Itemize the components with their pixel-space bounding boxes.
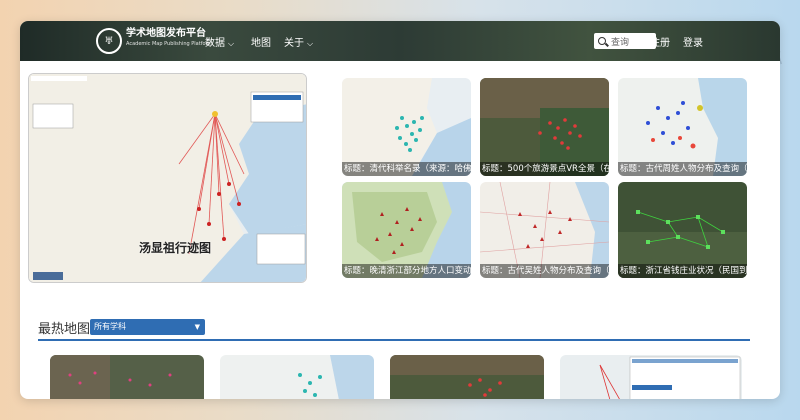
chevron-down-icon: ⌵	[307, 39, 314, 48]
map-tile[interactable]: 标题：500个旅游景点VR全景（在	[480, 78, 609, 176]
hot-map-image	[390, 355, 544, 399]
hot-map-image	[50, 355, 204, 399]
map-tile-caption: 标题：浙江省钱庄业状况（民国到解	[618, 264, 747, 278]
hot-map-image	[560, 355, 742, 399]
register-link[interactable]: 注册	[650, 34, 670, 49]
map-tile[interactable]: 标题：晚清浙江部分地方人口变动	[342, 182, 471, 278]
university-logo[interactable]: ♅	[96, 28, 122, 54]
map-tile-caption: 标题：古代周姓人物分布及查询（	[618, 162, 747, 176]
map-tile-caption: 标题：500个旅游景点VR全景（在	[480, 162, 609, 176]
nav-data[interactable]: 数据 ⌵	[205, 34, 234, 49]
hot-map-tile[interactable]	[560, 355, 742, 399]
login-link[interactable]: 登录	[683, 34, 703, 49]
map-tile-caption: 标题：晚清浙江部分地方人口变动	[342, 264, 471, 278]
site-subtitle: Academic Map Publishing Platform	[126, 41, 213, 47]
browser-window: ♅ 学术地图发布平台 Academic Map Publishing Platf…	[20, 21, 780, 399]
hot-map-tile[interactable]	[390, 355, 544, 399]
discipline-select[interactable]: 所有学科 ▼	[90, 319, 205, 335]
map-tile[interactable]: 标题：古代周姓人物分布及查询（	[618, 78, 747, 176]
top-navbar: ♅ 学术地图发布平台 Academic Map Publishing Platf…	[20, 21, 780, 61]
caret-down-icon: ▼	[194, 323, 200, 331]
nav-map[interactable]: 地图	[251, 34, 271, 49]
map-tile[interactable]: 标题：清代科举名录（来源：哈佛	[342, 78, 471, 176]
featured-map-label: 汤显祖行迹图	[139, 241, 212, 255]
section-divider	[38, 339, 750, 341]
brand[interactable]: 学术地图发布平台 Academic Map Publishing Platfor…	[126, 28, 212, 48]
map-tile-caption: 标题：清代科举名录（来源：哈佛	[342, 162, 471, 176]
section-title-hot: 最热地图	[38, 322, 91, 337]
site-title: 学术地图发布平台	[126, 28, 206, 39]
map-tile[interactable]: 标题：古代吴姓人物分布及查询（	[480, 182, 609, 278]
hot-map-tile[interactable]	[50, 355, 204, 399]
chevron-down-icon: ⌵	[228, 39, 235, 48]
map-tile[interactable]: 标题：浙江省钱庄业状况（民国到解	[618, 182, 747, 278]
hot-map-image	[220, 355, 374, 399]
nav-about[interactable]: 关于 ⌵	[284, 34, 313, 49]
search-icon	[598, 37, 606, 45]
featured-map[interactable]: 汤显祖行迹图	[28, 73, 307, 283]
search-input[interactable]: 查询	[594, 33, 656, 49]
hot-map-tile[interactable]	[220, 355, 374, 399]
map-tile-caption: 标题：古代吴姓人物分布及查询（	[480, 264, 609, 278]
